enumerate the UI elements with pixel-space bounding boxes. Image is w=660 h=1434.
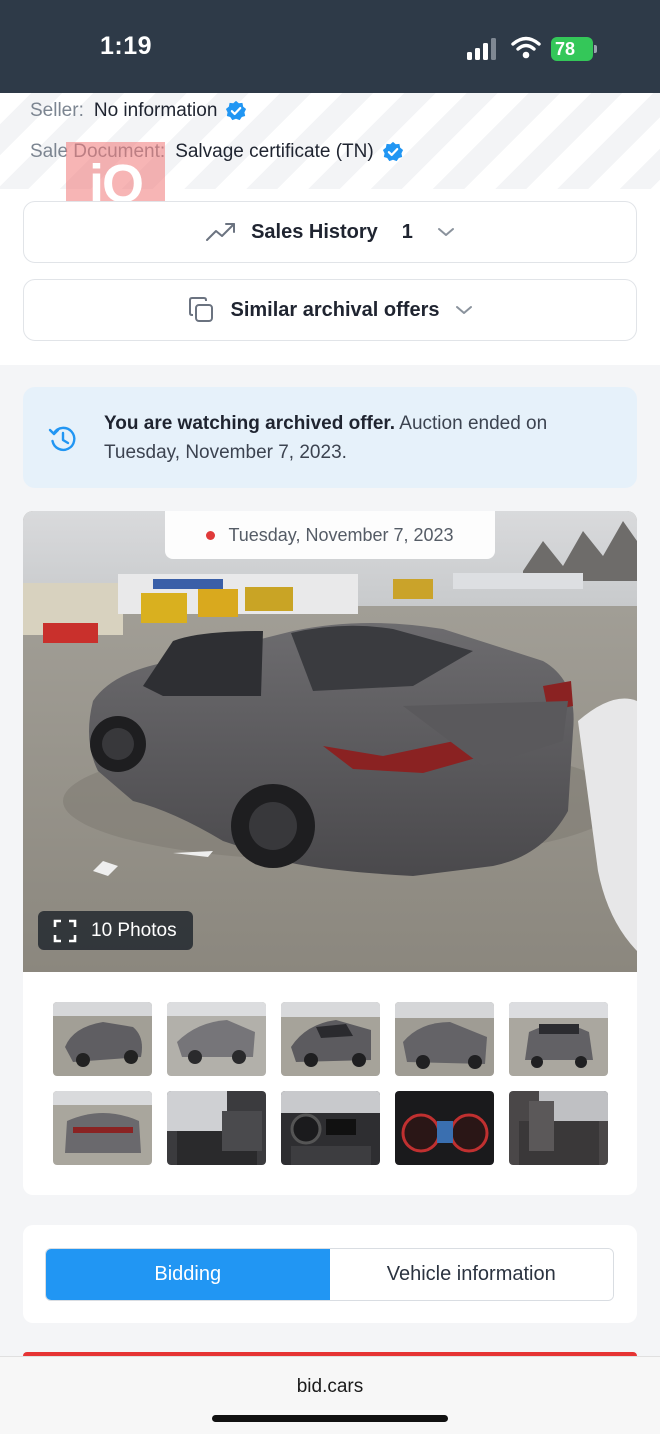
url-text[interactable]: bid.cars bbox=[0, 1376, 660, 1398]
status-dot bbox=[206, 530, 216, 540]
sales-history-toggle[interactable]: Sales History 1 bbox=[23, 201, 637, 263]
sales-history-label: Sales History bbox=[251, 220, 378, 243]
verified-badge-icon bbox=[382, 141, 403, 162]
seller-label: Seller: bbox=[30, 100, 84, 121]
notice-bold: You are watching archived offer. bbox=[104, 413, 396, 434]
home-indicator[interactable] bbox=[212, 1415, 448, 1422]
seller-value: No information bbox=[93, 100, 218, 121]
photo-thumbnail[interactable] bbox=[281, 1091, 380, 1165]
details-tabs-card: Bidding Vehicle information bbox=[23, 1225, 637, 1323]
notice-text: You are watching archived offer. Auction… bbox=[104, 409, 609, 467]
photo-thumbnail[interactable] bbox=[509, 1091, 608, 1165]
chevron-down-icon bbox=[456, 306, 473, 314]
photo-thumbnail[interactable] bbox=[167, 1002, 266, 1076]
photo-thumbnail[interactable] bbox=[395, 1091, 494, 1165]
photo-thumbnail[interactable] bbox=[167, 1091, 266, 1165]
similar-offers-toggle[interactable]: Similar archival offers bbox=[23, 279, 637, 341]
seller-row: Seller: No information bbox=[30, 100, 247, 122]
listing-header: Seller: No information Sale Document: Sa… bbox=[0, 93, 660, 365]
verified-badge-icon bbox=[226, 100, 247, 121]
view-all-photos-button[interactable]: 10 Photos bbox=[38, 911, 193, 950]
trending-up-icon bbox=[206, 223, 236, 241]
archived-offer-notice: You are watching archived offer. Auction… bbox=[23, 387, 637, 488]
auction-date: Tuesday, November 7, 2023 bbox=[228, 524, 454, 545]
photo-thumbnail[interactable] bbox=[281, 1002, 380, 1076]
photos-count: 10 Photos bbox=[91, 919, 177, 941]
chevron-down-icon bbox=[437, 228, 454, 236]
tab-bidding[interactable]: Bidding bbox=[46, 1249, 330, 1300]
status-bar: 1:19 78 bbox=[0, 0, 660, 93]
copy-icon bbox=[188, 297, 213, 322]
history-icon bbox=[48, 426, 76, 452]
similar-offers-label: Similar archival offers bbox=[230, 298, 440, 321]
status-time: 1:19 bbox=[100, 32, 153, 60]
battery-indicator: 78 bbox=[551, 37, 597, 61]
photo-thumbnail[interactable] bbox=[395, 1002, 494, 1076]
photo-thumbnail[interactable] bbox=[53, 1091, 152, 1165]
sale-document-value: Salvage certificate (TN) bbox=[175, 141, 374, 162]
tab-vehicle-information[interactable]: Vehicle information bbox=[329, 1249, 613, 1300]
photo-thumbnail[interactable] bbox=[509, 1002, 608, 1076]
browser-address-bar: bid.cars bbox=[0, 1356, 660, 1434]
photo-thumbnail[interactable] bbox=[53, 1002, 152, 1076]
details-tabs: Bidding Vehicle information bbox=[45, 1248, 614, 1301]
main-vehicle-photo[interactable] bbox=[23, 511, 637, 972]
sales-history-count: 1 bbox=[401, 220, 413, 243]
signal-icon bbox=[467, 38, 496, 60]
fullscreen-icon bbox=[53, 919, 77, 942]
photo-gallery: Tuesday, November 7, 2023 10 Photos bbox=[23, 511, 637, 1195]
wifi-icon bbox=[511, 36, 541, 59]
battery-level: 78 bbox=[555, 39, 576, 59]
auction-date-badge: Tuesday, November 7, 2023 bbox=[165, 511, 495, 559]
